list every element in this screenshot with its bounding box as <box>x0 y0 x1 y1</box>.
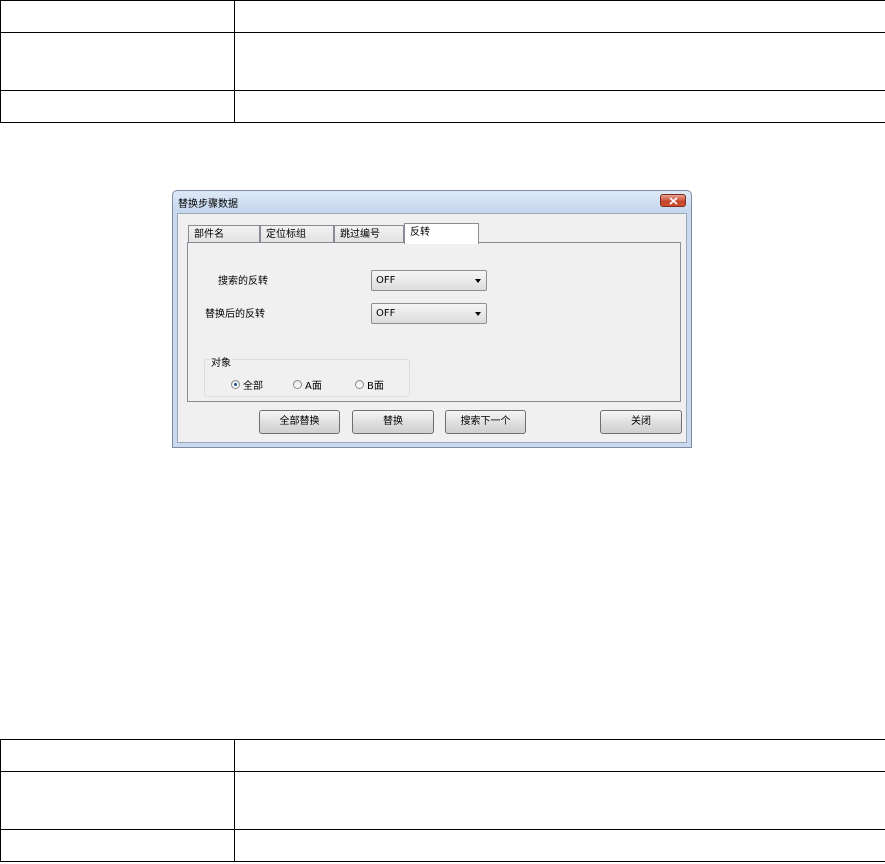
reverse-tab-panel: 搜索的反转 OFF 替换后的反转 OFF 对象 全部 A面 B面 <box>187 242 681 402</box>
table-cell <box>0 32 235 91</box>
tab-label: 跳过编号 <box>340 229 380 240</box>
chevron-down-icon <box>475 312 481 316</box>
tab-reverse[interactable]: 反转 <box>404 223 479 244</box>
dialog-client-area: 部件名 定位标组 跳过编号 反转 搜索的反转 OFF 替换后的反转 OFF 对象… <box>177 213 687 443</box>
radio-a-side[interactable]: A面 <box>293 377 322 392</box>
radio-all-label: 全部 <box>243 381 263 392</box>
close-window-button[interactable] <box>660 194 686 207</box>
radio-unchecked-icon <box>293 380 302 389</box>
dialog-title: 替换步骤数据 <box>178 199 238 210</box>
target-group-title: 对象 <box>210 354 232 369</box>
search-reverse-label: 搜索的反转 <box>218 276 268 287</box>
table-cell <box>0 771 235 830</box>
tab-label: 定位标组 <box>266 229 306 240</box>
radio-all[interactable]: 全部 <box>231 377 263 392</box>
table-cell <box>234 32 885 91</box>
table-cell <box>234 0 885 33</box>
replace-reverse-label: 替换后的反转 <box>205 309 265 320</box>
search-next-button[interactable]: 搜索下一个 <box>445 410 526 434</box>
radio-b-side-label: B面 <box>367 381 384 392</box>
table-cell <box>234 739 885 772</box>
replace-step-data-dialog: 替换步骤数据 部件名 定位标组 跳过编号 反转 搜索的反转 OFF 替换后的反转… <box>172 190 692 448</box>
tab-label: 反转 <box>410 227 430 238</box>
replace-reverse-value: OFF <box>376 308 396 319</box>
tab-label: 部件名 <box>194 229 224 240</box>
table-cell <box>0 739 235 772</box>
top-table <box>0 0 885 123</box>
search-reverse-value: OFF <box>376 275 396 286</box>
radio-checked-icon <box>231 380 240 389</box>
tab-part-name[interactable]: 部件名 <box>188 225 260 242</box>
table-cell <box>0 0 235 33</box>
tab-positioning-group[interactable]: 定位标组 <box>260 225 334 242</box>
tab-skip-number[interactable]: 跳过编号 <box>334 225 404 242</box>
table-cell <box>234 771 885 830</box>
replace-reverse-select[interactable]: OFF <box>371 303 487 324</box>
table-cell <box>0 829 235 862</box>
replace-all-button[interactable]: 全部替换 <box>259 410 340 434</box>
table-cell <box>234 90 885 123</box>
bottom-table <box>0 739 885 862</box>
close-button[interactable]: 关闭 <box>600 410 682 434</box>
radio-a-side-label: A面 <box>305 381 322 392</box>
title-bar[interactable]: 替换步骤数据 <box>173 191 691 212</box>
radio-b-side[interactable]: B面 <box>355 377 384 392</box>
table-cell <box>234 829 885 862</box>
search-reverse-select[interactable]: OFF <box>371 270 487 291</box>
table-cell <box>0 90 235 123</box>
replace-button[interactable]: 替换 <box>352 410 434 434</box>
radio-unchecked-icon <box>355 380 364 389</box>
chevron-down-icon <box>475 279 481 283</box>
close-icon <box>668 196 678 205</box>
